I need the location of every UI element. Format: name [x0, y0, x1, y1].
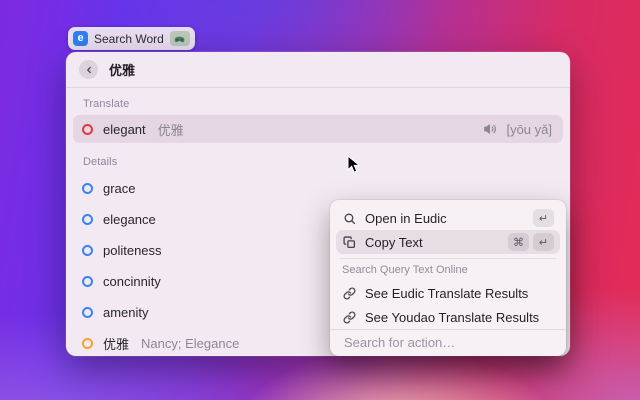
action-copy-text[interactable]: Copy Text ⌘ ↵ [336, 230, 560, 254]
red-ring-icon [82, 124, 93, 135]
return-keycap: ↵ [533, 209, 554, 227]
window-header: 优雅 [66, 52, 570, 88]
link-icon [342, 311, 357, 324]
chevron-left-icon [84, 65, 94, 75]
blue-ring-icon [82, 307, 93, 318]
breadcrumb-command-label: Search Word [94, 32, 164, 46]
green-badge-icon [170, 31, 190, 46]
blue-ring-icon [82, 276, 93, 287]
action-open-in-eudic[interactable]: Open in Eudic ↵ [336, 206, 560, 230]
orange-ring-icon [82, 338, 93, 349]
blue-ring-icon [82, 183, 93, 194]
link-icon [342, 287, 357, 300]
action-search-bar [330, 329, 566, 355]
translate-title: elegant [103, 122, 146, 137]
blue-ring-icon [82, 245, 93, 256]
section-label-translate: Translate [83, 98, 129, 110]
mouse-cursor [347, 155, 360, 174]
pinyin-accessory: [yōu yǎ] [506, 122, 552, 137]
back-button[interactable] [79, 60, 98, 79]
command-keycap: ⌘ [508, 233, 529, 251]
section-label-details: Details [83, 156, 117, 168]
magnifier-icon [342, 212, 357, 225]
panel-divider [340, 258, 556, 259]
desktop-background: e Search Word 优雅 Translate elegant 优雅 [0, 0, 640, 400]
action-see-youdao-results[interactable]: See Youdao Translate Results [336, 305, 560, 329]
speaker-icon [483, 122, 497, 136]
query-title: 优雅 [109, 60, 135, 79]
translate-result-row[interactable]: elegant 优雅 [yōu yǎ] [73, 115, 563, 143]
action-panel: Open in Eudic ↵ Copy Text ⌘ ↵ Search Que… [330, 200, 566, 356]
breadcrumb[interactable]: e Search Word [68, 27, 195, 50]
panel-section-label: Search Query Text Online [336, 263, 560, 281]
list-item[interactable]: grace [73, 175, 563, 201]
clipboard-icon [342, 236, 357, 249]
action-search-input[interactable] [342, 334, 554, 351]
translate-subtitle: 优雅 [158, 120, 184, 139]
search-word-app-icon: e [73, 31, 88, 46]
blue-ring-icon [82, 214, 93, 225]
action-see-eudic-results[interactable]: See Eudic Translate Results [336, 281, 560, 305]
return-keycap: ↵ [533, 233, 554, 251]
